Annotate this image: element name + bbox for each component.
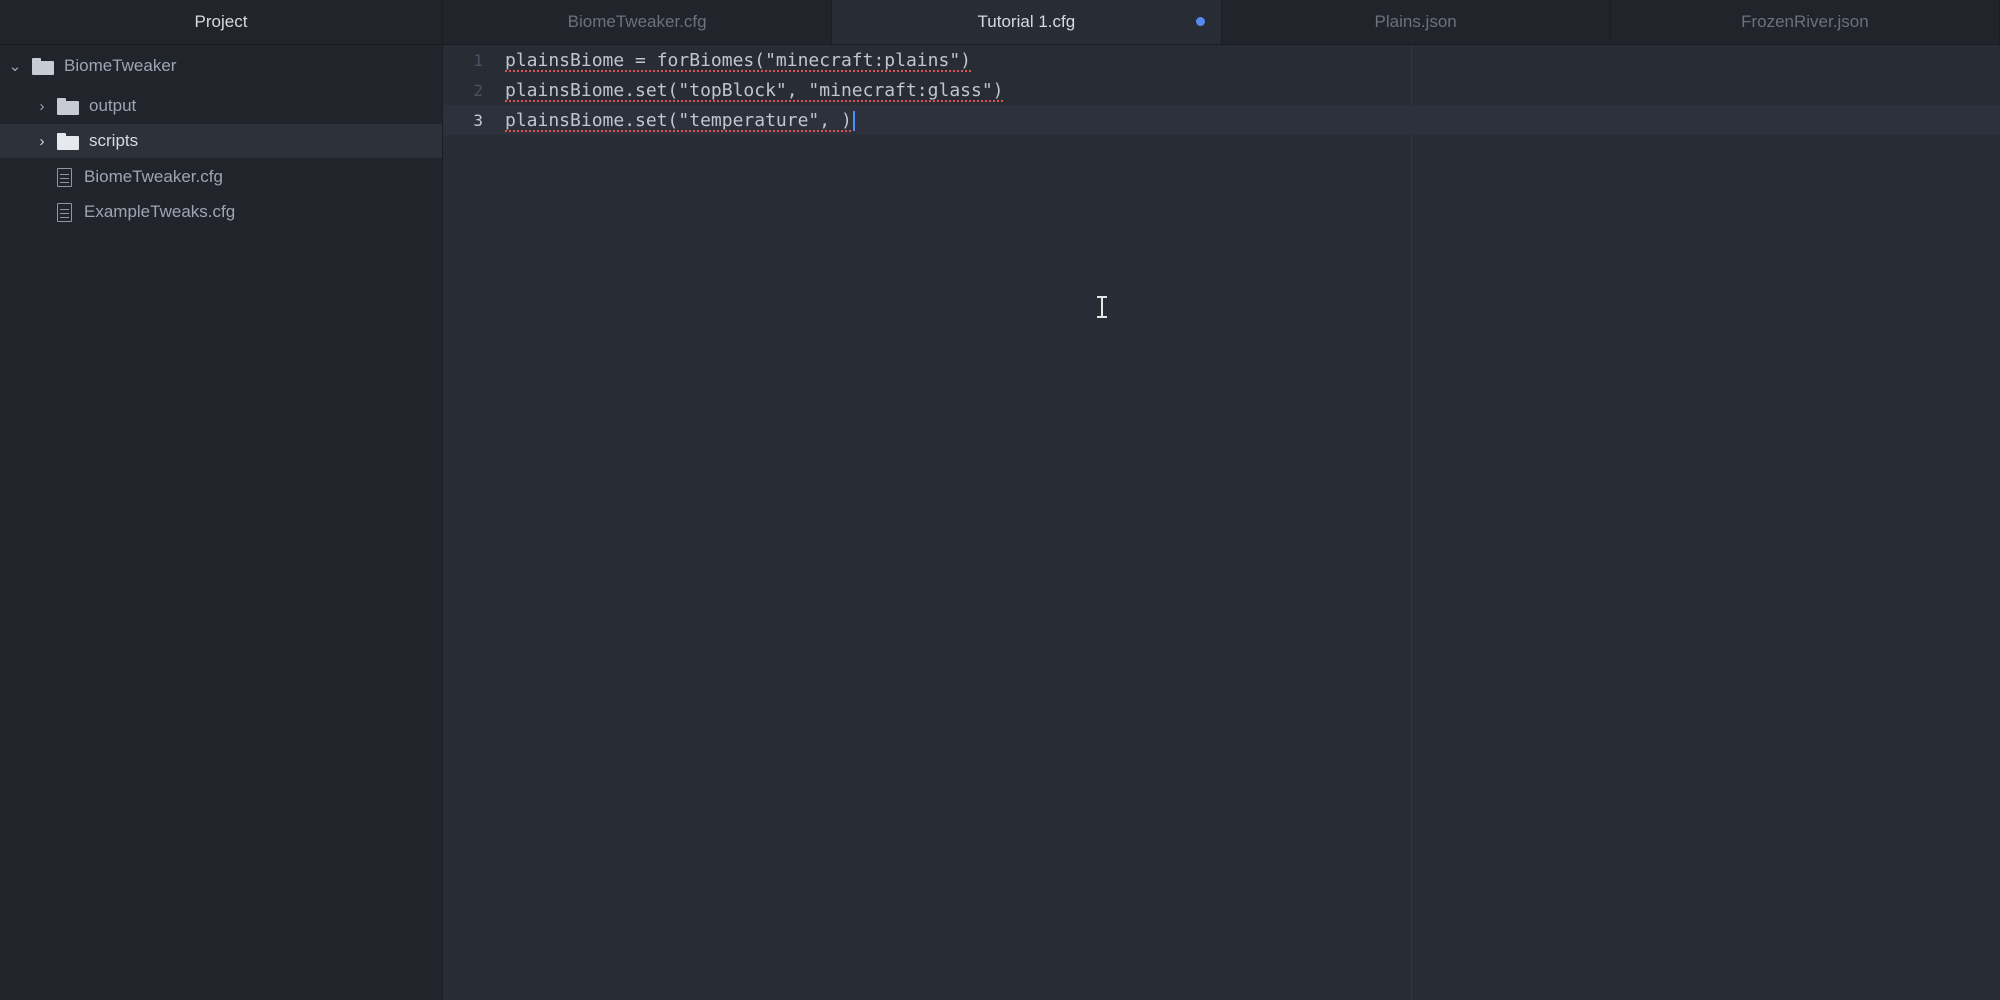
tree-item-exampletweaks-cfg[interactable]: ExampleTweaks.cfg [0, 195, 442, 229]
tree-item-label: output [89, 96, 137, 115]
folder-icon [57, 132, 79, 150]
line-number: 1 [473, 50, 483, 70]
tree-item-label: BiomeTweaker.cfg [84, 167, 223, 186]
code-editor[interactable]: 1 plainsBiome = forBiomes("minecraft:pla… [443, 45, 2000, 1000]
tab-tutorial-1-cfg[interactable]: Tutorial 1.cfg [832, 0, 1222, 44]
chevron-right-icon[interactable]: › [33, 133, 51, 150]
tree-item-label: ExampleTweaks.cfg [84, 202, 236, 221]
wrap-guide [1411, 45, 1412, 1000]
ibeam-cursor-icon [1097, 296, 1107, 318]
tree-item-biometweaker-cfg[interactable]: BiomeTweaker.cfg [0, 160, 442, 194]
line-number: 3 [473, 110, 483, 130]
editor-line[interactable]: 2 plainsBiome.set("topBlock", "minecraft… [443, 75, 2000, 105]
chevron-down-icon[interactable]: ⌄ [6, 57, 24, 75]
line-code[interactable]: plainsBiome = forBiomes("minecraft:plain… [505, 50, 971, 71]
folder-icon [57, 97, 79, 115]
text-cursor [852, 110, 855, 131]
tree-root-label: BiomeTweaker [64, 56, 177, 75]
line-number: 2 [473, 80, 483, 100]
tab-biometweaker-cfg[interactable]: BiomeTweaker.cfg [443, 0, 833, 44]
tab-label: FrozenRiver.json [1741, 12, 1869, 31]
code-text: plainsBiome = forBiomes("minecraft:plain… [505, 49, 971, 71]
editor-line[interactable]: 1 plainsBiome = forBiomes("minecraft:pla… [443, 45, 2000, 75]
tree-item-output[interactable]: › output [0, 89, 442, 123]
line-code[interactable]: plainsBiome.set("topBlock", "minecraft:g… [505, 80, 1004, 101]
code-text: plainsBiome.set("temperature", ) [505, 109, 852, 131]
file-text-icon [57, 202, 72, 222]
file-text-icon [57, 167, 72, 187]
code-text: plainsBiome.set("topBlock", "minecraft:g… [505, 79, 1004, 101]
editor-line-current[interactable]: 3 plainsBiome.set("temperature", ) [443, 105, 2000, 135]
chevron-right-icon[interactable]: › [33, 98, 51, 115]
tab-frozenriver-json[interactable]: FrozenRiver.json [1611, 0, 2000, 44]
tree-item-scripts[interactable]: › scripts [0, 124, 442, 158]
tree-item-label: scripts [89, 131, 139, 150]
tab-label: Tutorial 1.cfg [977, 12, 1076, 31]
tab-plains-json[interactable]: Plains.json [1222, 0, 1611, 44]
tab-label: Plains.json [1374, 12, 1457, 31]
tree-root-biometweaker[interactable]: ⌄ BiomeTweaker [0, 49, 442, 83]
line-code[interactable]: plainsBiome.set("temperature", ) [505, 110, 855, 131]
folder-icon [32, 57, 54, 75]
tab-label: BiomeTweaker.cfg [567, 12, 707, 31]
project-sidebar: Project ⌄ BiomeTweaker › output › script… [0, 0, 443, 1000]
sidebar-title: Project [0, 0, 442, 45]
modified-dot-icon[interactable] [1195, 17, 1205, 26]
tab-bar: BiomeTweaker.cfg Tutorial 1.cfg Plains.j… [443, 0, 2000, 45]
